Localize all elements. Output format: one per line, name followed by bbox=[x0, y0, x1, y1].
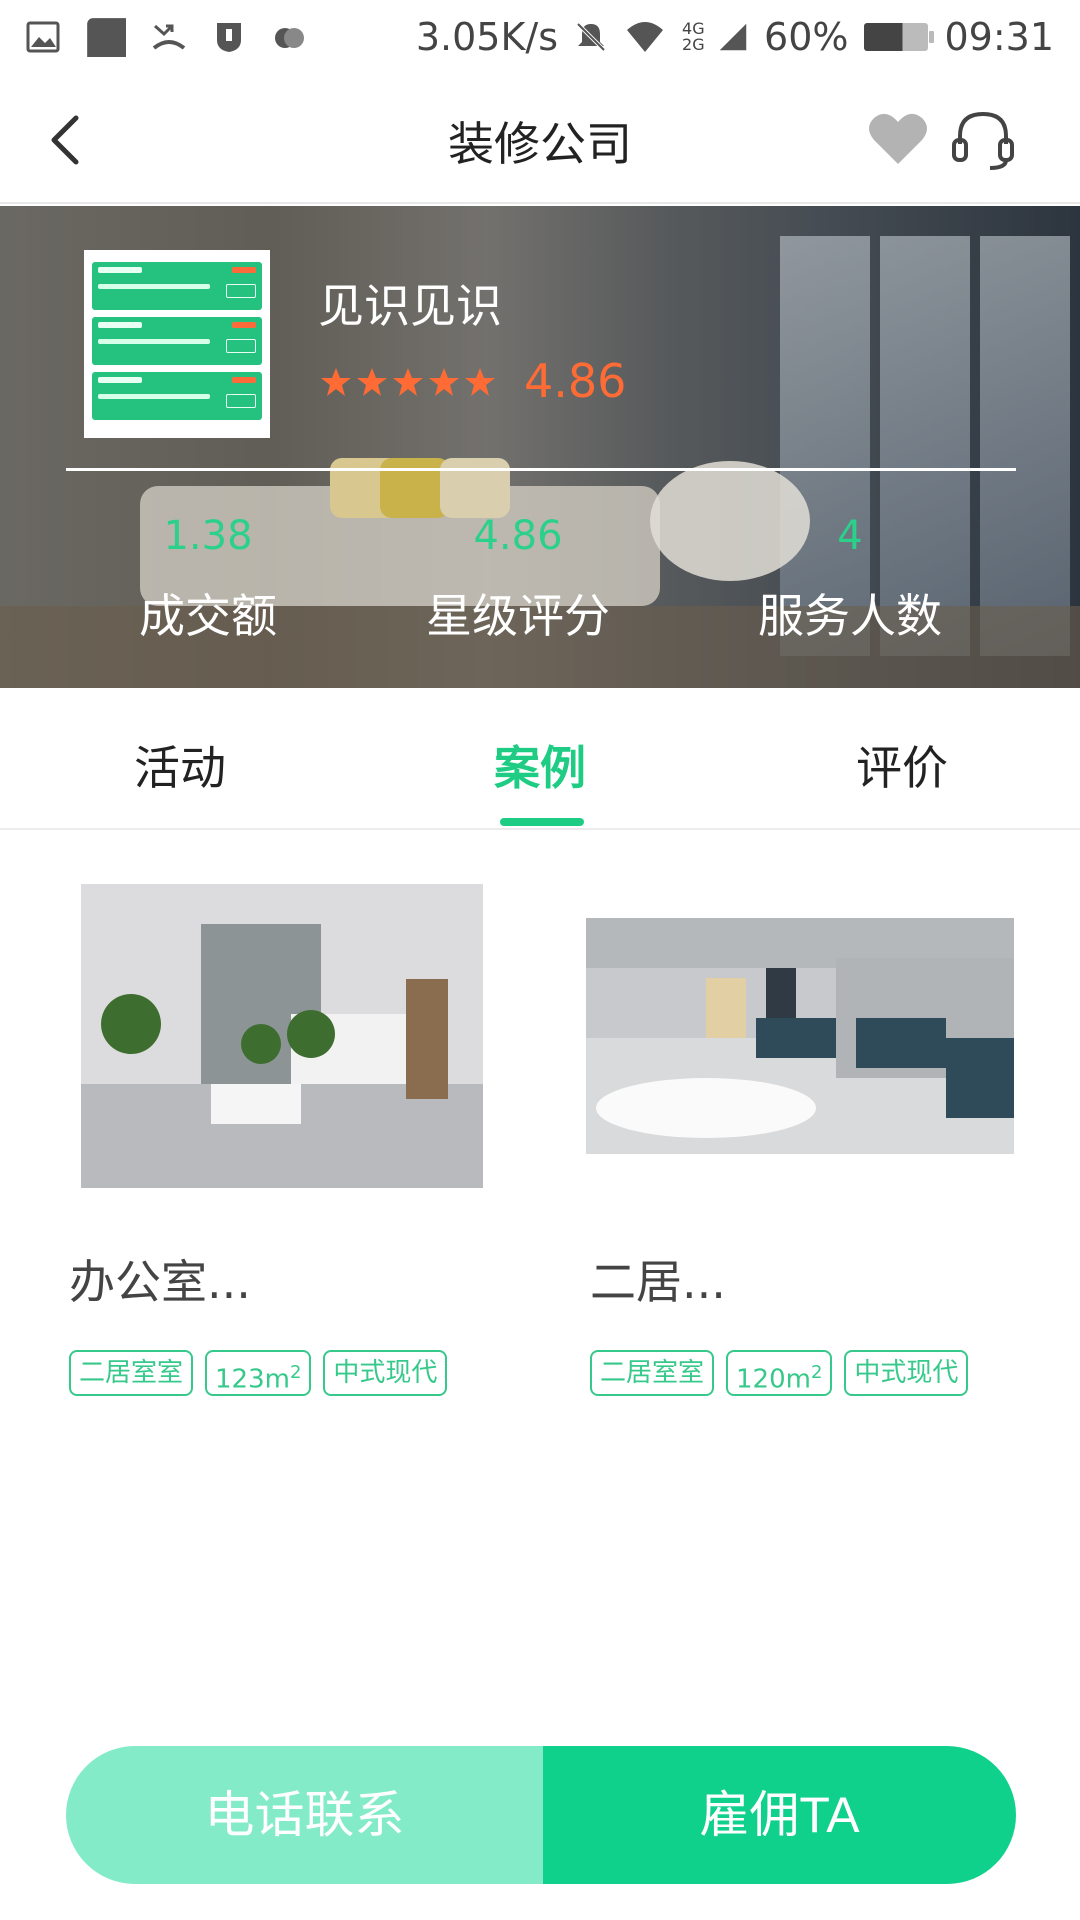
stat-label: 服务人数 bbox=[758, 589, 942, 643]
case-title: 办公室... bbox=[69, 1255, 251, 1309]
tag-area: 123m2 bbox=[205, 1350, 312, 1396]
shield-icon bbox=[217, 23, 241, 52]
star-icon bbox=[321, 368, 351, 396]
stat-turnover: 1.38 成交额 bbox=[58, 508, 358, 646]
tab-cases[interactable]: 案例 bbox=[494, 732, 586, 798]
tag-area: 120m2 bbox=[726, 1350, 833, 1396]
star-icon bbox=[429, 368, 459, 396]
star-icon bbox=[357, 368, 387, 396]
mute-icon bbox=[576, 22, 606, 52]
heart-icon[interactable] bbox=[866, 108, 930, 168]
company-name: 见识见识 bbox=[318, 279, 502, 333]
stat-label: 星级评分 bbox=[426, 589, 610, 643]
star-icon bbox=[393, 368, 423, 396]
wifi-icon bbox=[627, 22, 664, 52]
case-image bbox=[81, 884, 483, 1188]
stat-value: 4.86 bbox=[473, 513, 563, 559]
network-type: 4G 2G bbox=[682, 19, 705, 54]
stat-label: 成交额 bbox=[139, 589, 277, 643]
tab-bar: 活动 案例 评价 bbox=[0, 688, 1080, 830]
star-rating bbox=[320, 366, 496, 398]
rating-value: 4.86 bbox=[524, 354, 627, 408]
tab-reviews[interactable]: 评价 bbox=[856, 732, 948, 798]
bottom-action-bar: 电话联系 雇佣TA bbox=[66, 1746, 1016, 1884]
tag-style: 中式现代 bbox=[844, 1350, 969, 1396]
nav-header: 装修公司 bbox=[0, 74, 1080, 204]
banner-divider bbox=[66, 468, 1016, 471]
image-icon bbox=[26, 21, 60, 53]
battery-icon bbox=[864, 23, 935, 51]
tab-indicator bbox=[500, 818, 584, 826]
hire-button[interactable]: 雇佣TA bbox=[543, 1746, 1016, 1884]
star-icon bbox=[465, 368, 495, 396]
stat-value: 4 bbox=[837, 513, 863, 559]
square-app-icon bbox=[87, 18, 126, 57]
case-title: 二居... bbox=[590, 1255, 726, 1309]
status-bar: 3.05K/s 4G 2G 60% 09:31 bbox=[0, 0, 1080, 74]
headset-icon[interactable] bbox=[950, 106, 1016, 172]
stat-star-rating: 4.86 星级评分 bbox=[368, 508, 668, 646]
tag-style: 中式现代 bbox=[323, 1350, 448, 1396]
status-bar-system: 3.05K/s 4G 2G 60% 09:31 bbox=[416, 15, 1054, 59]
status-bar-notifications bbox=[26, 17, 306, 57]
tab-activities[interactable]: 活动 bbox=[134, 732, 226, 798]
company-logo bbox=[84, 250, 270, 438]
case-tags: 二居室室 123m2 中式现代 bbox=[69, 1350, 448, 1396]
missed-call-icon bbox=[152, 24, 186, 50]
cloud-icon bbox=[275, 28, 304, 48]
case-image bbox=[586, 918, 1014, 1154]
case-tags: 二居室室 120m2 中式现代 bbox=[590, 1350, 969, 1396]
network-speed: 3.05K/s bbox=[415, 15, 559, 59]
signal-icon bbox=[719, 23, 747, 51]
stat-value: 1.38 bbox=[163, 513, 253, 559]
call-button[interactable]: 电话联系 bbox=[66, 1746, 543, 1884]
clock: 09:31 bbox=[944, 15, 1054, 59]
stat-service-count: 4 服务人数 bbox=[700, 508, 1000, 646]
battery-percent: 60% bbox=[764, 15, 849, 59]
tag-layout: 二居室室 bbox=[69, 1350, 194, 1396]
tag-layout: 二居室室 bbox=[590, 1350, 715, 1396]
company-banner: 见识见识 4.86 1.38 成交额 4.86 星级评分 4 服务人数 bbox=[0, 206, 1080, 688]
